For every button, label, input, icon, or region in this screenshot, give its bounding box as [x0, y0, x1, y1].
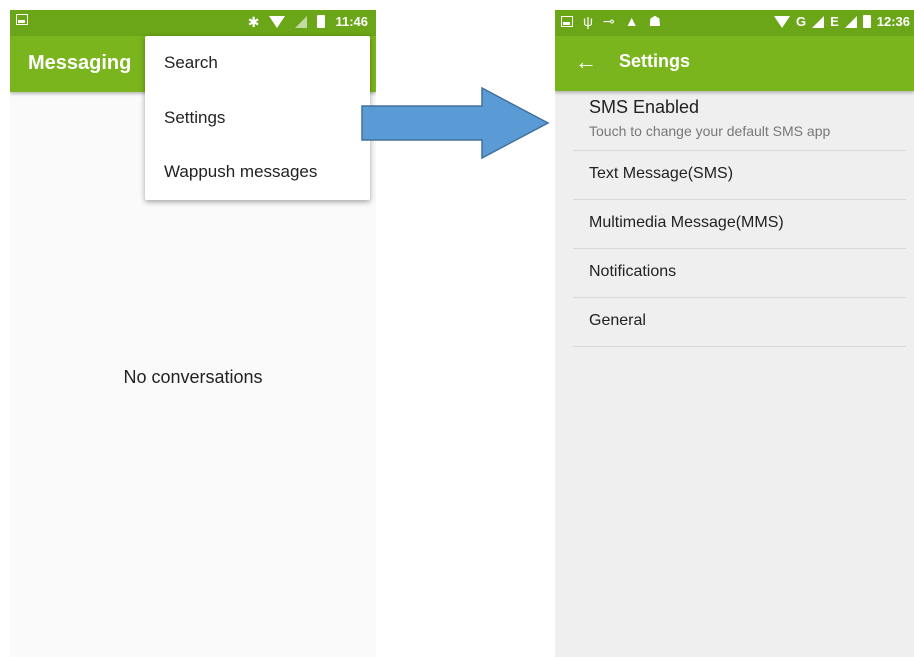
network-label: G [795, 14, 807, 29]
wifi-icon [773, 15, 790, 28]
wifi-icon [269, 15, 286, 28]
bluetooth-icon: ✱ [247, 13, 260, 30]
status-time: 12:36 [876, 14, 910, 29]
status-time: 11:46 [335, 14, 368, 29]
empty-state-text: No conversations [123, 367, 263, 387]
settings-item-label: Multimedia Message(MMS) [589, 214, 784, 231]
signal-icon [812, 15, 825, 28]
key-icon: ⊸ [602, 13, 615, 29]
page-title: Messaging [28, 52, 132, 74]
settings-item-sublabel: Touch to change your default SMS app [589, 123, 831, 139]
settings-item-sms[interactable]: Text Message(SMS) [573, 151, 906, 200]
settings-item-sms-enabled[interactable]: SMS Enabled Touch to change your default… [573, 91, 906, 151]
menu-item-wappush[interactable]: Wappush messages [145, 145, 370, 200]
settings-item-label: General [589, 312, 646, 329]
settings-item-label: Notifications [589, 263, 677, 280]
battery-icon [862, 15, 871, 28]
image-icon [16, 14, 28, 25]
battery-icon [317, 15, 326, 28]
image-icon [561, 15, 573, 27]
settings-item-label: Text Message(SMS) [589, 165, 734, 182]
messaging-screen: ✱ 11:46 Messaging No conversations Searc… [10, 10, 376, 657]
network-label-2: E [830, 14, 839, 29]
settings-item-mms[interactable]: Multimedia Message(MMS) [573, 200, 906, 249]
page-title: Settings [619, 51, 691, 71]
settings-item-general[interactable]: General [573, 298, 906, 347]
settings-item-notifications[interactable]: Notifications [573, 249, 906, 298]
settings-item-label: SMS Enabled [589, 97, 700, 117]
transition-arrow [361, 86, 550, 160]
menu-item-search[interactable]: Search [145, 36, 370, 91]
status-bar: ✱ 11:46 [10, 10, 376, 36]
warning-icon: ▲ [624, 13, 639, 29]
android-icon: ☗ [648, 13, 662, 29]
overflow-menu: Search Settings Wappush messages [145, 36, 370, 200]
signal-icon [295, 15, 308, 28]
app-bar: ← Settings [555, 36, 914, 91]
settings-list: SMS Enabled Touch to change your default… [573, 91, 906, 347]
menu-item-settings[interactable]: Settings [145, 91, 370, 146]
signal-icon [844, 15, 857, 28]
status-bar: ψ ⊸ ▲ ☗ G E 12:36 [555, 10, 914, 36]
usb-icon: ψ [583, 13, 593, 29]
settings-screen: ψ ⊸ ▲ ☗ G E 12:36 ← Settings SMS Enabled… [555, 10, 914, 657]
back-arrow-icon[interactable]: ← [575, 49, 597, 75]
